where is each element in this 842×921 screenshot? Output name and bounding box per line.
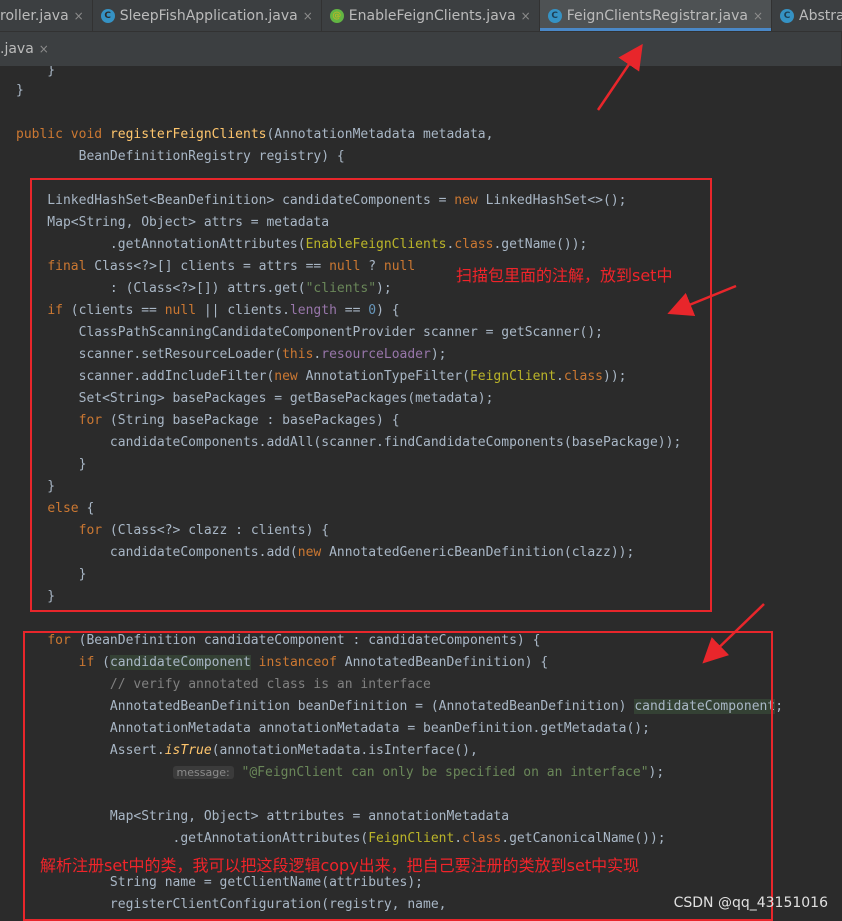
close-icon[interactable]: × <box>521 9 531 23</box>
close-icon[interactable]: × <box>39 42 49 56</box>
tab-enablefeignclients[interactable]: @ EnableFeignClients.java × <box>322 0 540 31</box>
editor-tab-bar: roller.java × C SleepFishApplication.jav… <box>0 0 842 32</box>
tab-label: EnableFeignClients.java <box>348 7 516 24</box>
csdn-watermark: CSDN @qq_43151016 <box>673 895 828 911</box>
tab-sleepfishapplication[interactable]: C SleepFishApplication.java × <box>93 0 322 31</box>
spring-app-icon: C <box>100 8 115 23</box>
tab-java[interactable]: .java × <box>0 32 842 66</box>
tab-label: .java <box>0 41 34 57</box>
editor-tab-bar-row2: .java × <box>0 32 842 67</box>
close-icon[interactable]: × <box>303 9 313 23</box>
class-icon: C <box>547 8 562 23</box>
close-icon[interactable]: × <box>753 9 763 23</box>
tab-label: FeignClientsRegistrar.java <box>566 7 748 24</box>
annotation-icon: @ <box>329 8 344 23</box>
tab-feignclientsregistrar[interactable]: C FeignClientsRegistrar.java × <box>539 0 773 31</box>
annotation-box-scan <box>30 178 712 612</box>
code-line: BeanDefinitionRegistry registry) { <box>16 149 345 164</box>
tab-label: roller.java <box>0 7 69 24</box>
annotation-note-scan: 扫描包里面的注解，放到set中 <box>456 266 673 285</box>
code-line: } <box>16 83 24 98</box>
tab-roller[interactable]: roller.java × <box>0 0 93 31</box>
tab-label: Abstract <box>799 7 842 24</box>
tab-abstract[interactable]: C Abstract <box>772 0 842 31</box>
annotation-note-register: 解析注册set中的类，我可以把这段逻辑copy出来，把自己要注册的类放到set中… <box>40 856 640 875</box>
annotation-box-register <box>23 631 773 921</box>
tab-label: SleepFishApplication.java <box>119 7 298 24</box>
class-icon: C <box>780 8 795 23</box>
code-line: public void registerFeignClients(Annotat… <box>16 127 494 142</box>
close-icon[interactable]: × <box>74 9 84 23</box>
